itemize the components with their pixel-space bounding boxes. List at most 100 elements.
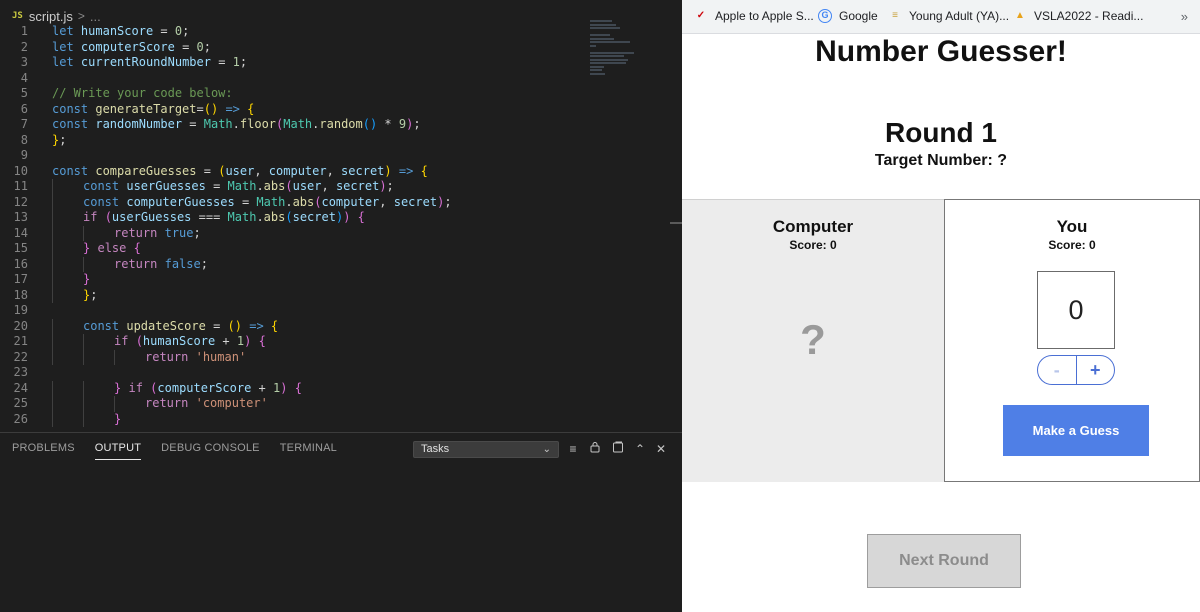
code-line[interactable]: 20 const updateScore = () => { [0, 318, 590, 334]
code-token: return [145, 396, 189, 410]
increment-button[interactable]: + [1077, 356, 1115, 384]
clear-output-icon[interactable]: ≡ [565, 441, 581, 457]
code-line[interactable]: 21 if (humanScore + 1) { [0, 334, 590, 350]
code-line[interactable]: 1 let humanScore = 0; [0, 24, 590, 40]
code-token: userGuesses [111, 210, 192, 224]
code-line[interactable]: 17} [0, 272, 590, 288]
code-token: ; [239, 55, 248, 69]
code-line[interactable]: 12 const computerGuesses = Math.abs(compu… [0, 194, 590, 210]
maximize-panel-icon[interactable]: ⌃ [632, 441, 648, 457]
code-token: ; [193, 225, 201, 240]
code-line[interactable]: 14 return true; [0, 225, 590, 241]
code-text: let humanScore = 0; [52, 24, 189, 40]
code-token: = [182, 117, 204, 131]
code-line[interactable]: 10 const compareGuesses = (user, computer… [0, 164, 590, 180]
code-text: if (humanScore + 1) { [114, 334, 266, 350]
next-round-button[interactable]: Next Round [867, 534, 1021, 588]
code-line[interactable]: 8}; [0, 133, 590, 149]
code-token: let [52, 39, 74, 54]
code-line[interactable]: 7 const randomNumber = Math.floor(Math.ra… [0, 117, 590, 133]
human-score: Score: 0 [1048, 238, 1096, 252]
indent-guide [83, 256, 84, 272]
code-token: ; [182, 24, 190, 38]
code-text: return false; [114, 257, 208, 273]
code-token: , [326, 163, 342, 178]
javascript-file-icon: JS [12, 11, 23, 21]
line-number: 11 [13, 179, 28, 193]
guess-input[interactable]: 0 [1037, 271, 1115, 349]
code-token: ( [285, 179, 293, 193]
code-line[interactable]: 16 return false; [0, 256, 590, 273]
code-token: abs [263, 210, 286, 224]
round-number: Round 1 [885, 117, 997, 148]
tab-problems[interactable]: PROBLEMS [12, 442, 75, 460]
code-token: floor [239, 117, 277, 131]
code-line[interactable]: 2 let computerScore = 0; [0, 40, 590, 56]
indent-guide [83, 396, 84, 412]
browser-pane: ✓ Apple to Apple S... G Google ≡ Young A… [682, 0, 1200, 612]
make-guess-button[interactable]: Make a Guess [1003, 405, 1149, 456]
code-text: const userGuesses = Math.abs(user, secre… [83, 179, 394, 195]
bookmark-young-adult[interactable]: ≡ Young Adult (YA)... [888, 9, 1009, 23]
output-channel-select[interactable]: Tasks ⌄ [413, 441, 559, 458]
code-line[interactable]: 5 // Write your code below: [0, 86, 590, 102]
decrement-button[interactable]: - [1038, 356, 1077, 384]
breadcrumb-separator: > [77, 9, 85, 23]
code-token: , [254, 163, 269, 178]
code-text: let computerScore = 0; [52, 40, 211, 56]
code-text: return 'human' [145, 350, 246, 366]
code-token: { [258, 334, 266, 348]
code-line[interactable]: 9 [0, 148, 590, 164]
google-g-icon: G [818, 9, 832, 23]
indent-guide [114, 396, 115, 412]
code-token: user [292, 179, 322, 193]
reading-icon: ▲ [1015, 10, 1025, 21]
code-token: currentRoundNumber [80, 55, 211, 69]
code-line[interactable]: 4 [0, 71, 590, 87]
code-token: ; [444, 194, 452, 209]
code-lines[interactable]: 1 let humanScore = 0; 2 let computerScore =… [0, 24, 590, 432]
code-token: computerScore [157, 380, 252, 395]
lock-scroll-icon[interactable] [587, 441, 603, 457]
indent-guide [83, 349, 84, 365]
code-text: } [114, 412, 121, 428]
close-panel-icon[interactable]: ✕ [653, 441, 669, 457]
code-line[interactable]: 22 return 'human' [0, 349, 590, 366]
indent-guide [83, 380, 84, 396]
bookmark-google[interactable]: G Google [818, 9, 878, 23]
code-line[interactable]: 19 [0, 303, 590, 319]
code-token: } [114, 411, 122, 426]
bookmark-label: Apple to Apple S... [715, 9, 814, 23]
line-number: 9 [20, 148, 28, 162]
code-token: const [52, 101, 89, 116]
tab-output[interactable]: OUTPUT [94, 442, 142, 460]
code-token: computerScore [80, 39, 175, 54]
code-line[interactable]: 24} if (computerScore + 1) { [0, 380, 590, 396]
bookmark-vsla2022[interactable]: ▲ VSLA2022 - Readi... [1013, 9, 1143, 23]
open-in-editor-icon[interactable] [610, 441, 626, 457]
code-token: () [362, 117, 378, 131]
code-token: { [420, 163, 428, 178]
code-line[interactable]: 11 const userGuesses = Math.abs(user, sec… [0, 179, 590, 195]
code-line[interactable]: 25 return 'computer' [0, 396, 590, 412]
code-line[interactable]: 6 const generateTarget=() => { [0, 102, 590, 118]
code-line[interactable]: 13 if (userGuesses === Math.abs(secret)) … [0, 210, 590, 226]
bookmarks-overflow-button[interactable]: » [1181, 9, 1188, 24]
minimap[interactable] [590, 20, 650, 90]
tab-debug-console[interactable]: DEBUG CONSOLE [161, 442, 260, 460]
target-number: Target Number: ? [874, 152, 1008, 169]
breadcrumb-file-name[interactable]: script.js [29, 9, 73, 24]
code-line[interactable]: 15} else { [0, 241, 590, 257]
panel-tabs: PROBLEMS OUTPUT DEBUG CONSOLE TERMINAL [12, 442, 337, 460]
code-line[interactable]: 23 [0, 365, 590, 381]
code-line[interactable]: 18}; [0, 287, 590, 303]
code-line[interactable]: 3 let currentRoundNumber = 1; [0, 55, 590, 71]
tab-terminal[interactable]: TERMINAL [280, 442, 337, 460]
bookmark-apple-to-apple[interactable]: ✓ Apple to Apple S... [694, 9, 814, 23]
breadcrumb-more[interactable]: ... [90, 9, 101, 24]
code-token: => [249, 318, 264, 333]
code-line[interactable]: 26} [0, 411, 590, 428]
